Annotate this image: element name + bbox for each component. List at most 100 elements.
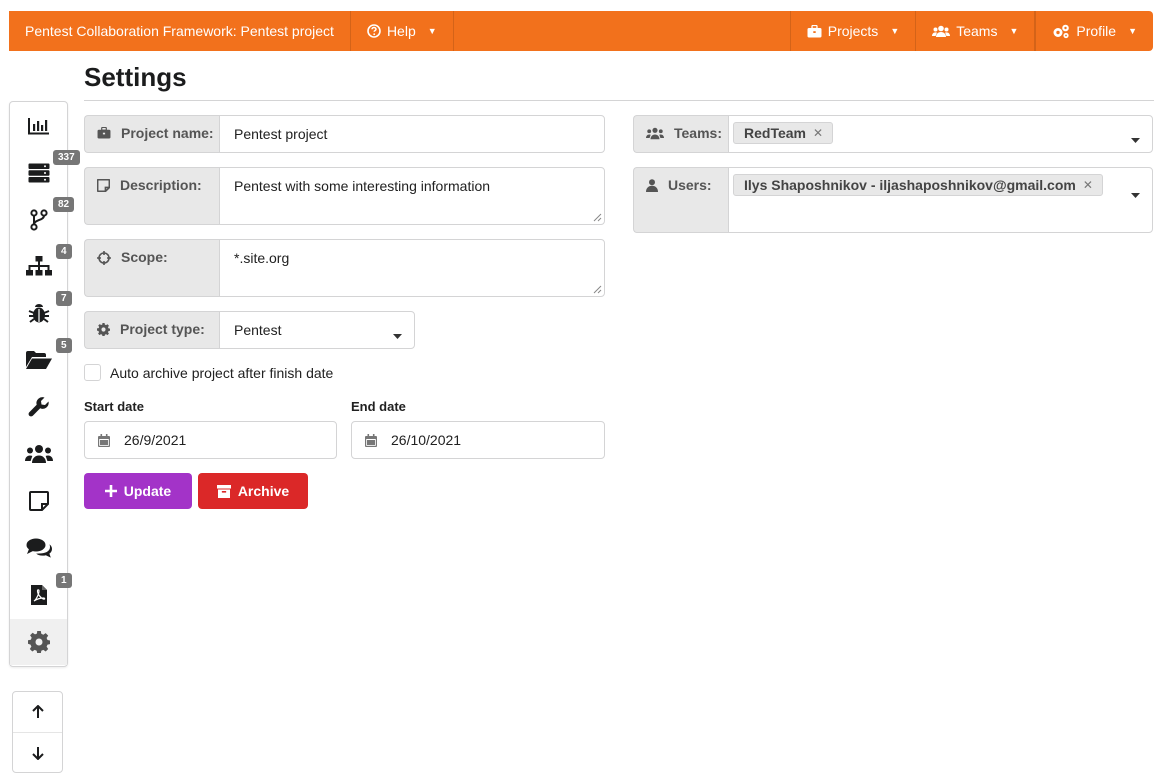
scope-field: Scope: *.site.org — [84, 239, 605, 297]
sidebar-item-tools[interactable] — [10, 384, 67, 430]
cog-icon — [97, 323, 110, 336]
project-type-field: Project type: Pentest — [84, 311, 415, 349]
remove-tag-icon[interactable]: ✕ — [1083, 178, 1093, 192]
profile-label: Profile — [1076, 23, 1117, 39]
scroll-up-button[interactable] — [13, 692, 62, 732]
hosts-count-badge: 337 — [53, 150, 80, 165]
topbar-spacer — [454, 11, 791, 51]
description-label: Description: — [84, 167, 219, 225]
scope-label: Scope: — [84, 239, 219, 297]
caret-down-icon — [1131, 186, 1140, 202]
briefcase-icon — [807, 24, 822, 37]
project-type-select[interactable]: Pentest — [219, 311, 415, 349]
crosshairs-icon — [97, 251, 111, 265]
users-icon — [646, 127, 664, 140]
chevron-down-icon: ▼ — [1128, 26, 1137, 36]
cog-icon — [27, 631, 50, 653]
sidebar-item-credentials[interactable] — [10, 431, 67, 477]
arrow-up-icon — [31, 705, 44, 718]
sidebar-item-dashboard[interactable] — [10, 103, 67, 149]
scroll-arrows — [12, 691, 63, 773]
archive-icon — [216, 484, 231, 498]
page-title: Settings — [84, 62, 187, 92]
end-date-input[interactable]: 26/10/2021 — [351, 421, 605, 459]
users-multiselect[interactable]: Ilys Shaposhnikov - iljashaposhnikov@gma… — [728, 167, 1153, 233]
brand-text: Pentest Collaboration Framework: Pentest… — [25, 23, 334, 39]
title-divider — [84, 100, 1154, 101]
project-name-label-text: Project name: — [121, 125, 214, 141]
help-menu[interactable]: Help ▼ — [351, 11, 454, 51]
users-icon — [932, 25, 951, 37]
top-menu: Pentest Collaboration Framework: Pentest… — [9, 11, 1153, 51]
chevron-down-icon: ▼ — [890, 26, 900, 36]
team-tag: RedTeam ✕ — [733, 122, 834, 144]
profile-menu[interactable]: Profile ▼ — [1035, 11, 1153, 51]
auto-archive-checkbox[interactable] — [84, 364, 101, 381]
server-icon — [28, 163, 49, 183]
user-tag-label: Ilys Shaposhnikov - iljashaposhnikov@gma… — [744, 177, 1076, 193]
scope-label-text: Scope: — [121, 249, 168, 265]
folder-open-icon — [25, 351, 52, 369]
end-date-label: End date — [351, 399, 406, 414]
issues-count-badge: 7 — [56, 291, 72, 306]
users-label: Users: — [633, 167, 728, 233]
auto-archive-row: Auto archive project after finish date — [84, 364, 333, 381]
resize-handle-icon[interactable] — [592, 284, 602, 294]
archive-button-label: Archive — [237, 483, 290, 499]
auto-archive-label[interactable]: Auto archive project after finish date — [110, 365, 333, 381]
teams-field: Teams: RedTeam ✕ — [633, 115, 1153, 153]
scroll-down-button[interactable] — [13, 732, 62, 772]
users-icon — [24, 445, 53, 463]
chevron-down-icon: ▼ — [1009, 26, 1019, 36]
project-name-value: Pentest project — [234, 126, 328, 142]
help-label: Help — [386, 23, 416, 39]
end-date-value: 26/10/2021 — [391, 432, 462, 448]
archive-button[interactable]: Archive — [198, 473, 308, 509]
question-circle-icon — [367, 24, 381, 38]
network-count-badge: 4 — [56, 244, 72, 259]
user-tag: Ilys Shaposhnikov - iljashaposhnikov@gma… — [733, 174, 1103, 196]
project-name-input[interactable]: Pentest project — [219, 115, 605, 153]
caret-down-icon — [393, 327, 402, 343]
start-date-input[interactable]: 26/9/2021 — [84, 421, 337, 459]
ports-count-badge: 82 — [53, 197, 75, 212]
code-branch-icon — [29, 209, 48, 231]
brand-title[interactable]: Pentest Collaboration Framework: Pentest… — [9, 11, 351, 51]
reports-count-badge: 1 — [56, 573, 72, 588]
comments-icon — [26, 538, 52, 558]
caret-down-icon — [1131, 131, 1140, 147]
teams-label-text: Teams: — [674, 125, 722, 141]
sidebar-item-chats[interactable] — [10, 525, 67, 571]
sidebar-item-notes[interactable] — [10, 478, 67, 524]
remove-tag-icon[interactable]: ✕ — [813, 126, 823, 140]
resize-handle-icon[interactable] — [592, 212, 602, 222]
chart-bar-icon — [27, 118, 49, 135]
plus-icon — [104, 485, 117, 497]
teams-multiselect[interactable]: RedTeam ✕ — [728, 115, 1153, 153]
sticky-note-icon — [28, 491, 49, 511]
project-type-label-text: Project type: — [120, 321, 205, 337]
project-name-label: Project name: — [84, 115, 219, 153]
users-label-text: Users: — [668, 177, 712, 193]
teams-label: Teams: — [633, 115, 728, 153]
description-value: Pentest with some interesting informatio… — [234, 178, 491, 194]
scope-textarea[interactable]: *.site.org — [219, 239, 605, 297]
sitemap-icon — [25, 256, 52, 276]
description-textarea[interactable]: Pentest with some interesting informatio… — [219, 167, 605, 225]
sticky-note-icon — [97, 179, 110, 192]
bug-icon — [28, 304, 49, 323]
sidebar-item-settings[interactable] — [10, 619, 67, 665]
teams-label: Teams — [956, 23, 998, 39]
project-type-label: Project type: — [84, 311, 219, 349]
projects-menu[interactable]: Projects ▼ — [791, 11, 917, 51]
start-date-value: 26/9/2021 — [124, 432, 187, 448]
briefcase-icon — [97, 127, 111, 139]
cogs-icon — [1053, 24, 1070, 38]
calendar-icon — [98, 433, 110, 447]
update-button[interactable]: Update — [84, 473, 192, 509]
start-date-label: Start date — [84, 399, 144, 414]
chevron-down-icon: ▼ — [427, 26, 437, 36]
calendar-icon — [365, 433, 377, 447]
teams-menu[interactable]: Teams ▼ — [916, 11, 1036, 51]
description-label-text: Description: — [120, 177, 202, 193]
